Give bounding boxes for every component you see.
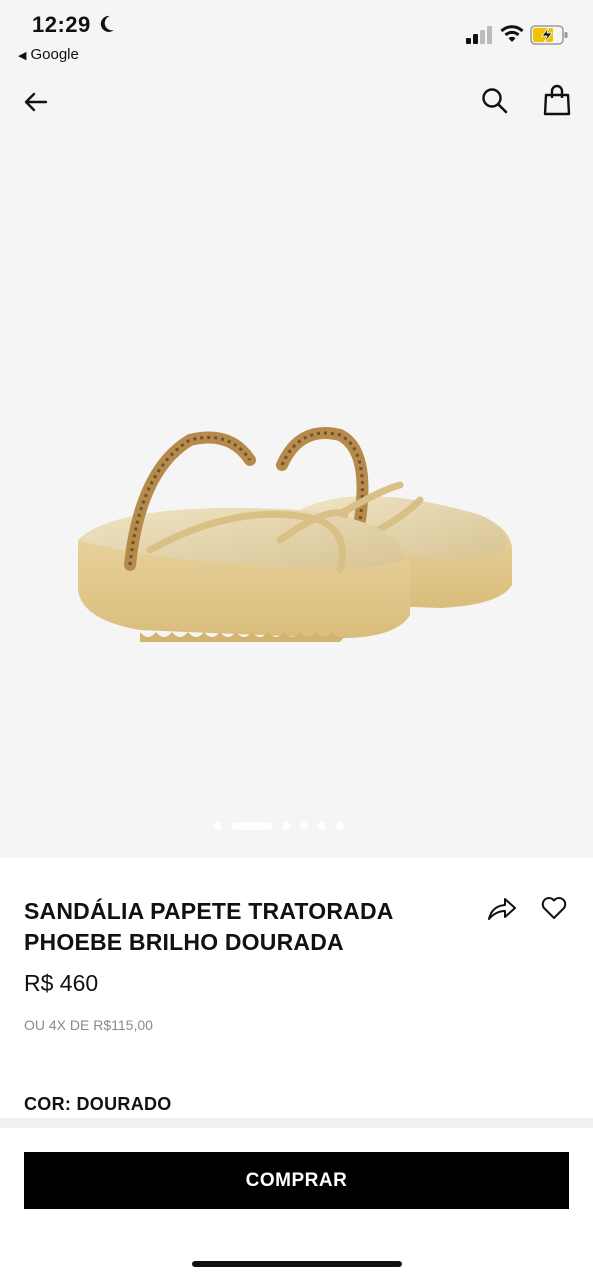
carousel-dot[interactable] bbox=[336, 822, 344, 830]
carousel-dot-active[interactable] bbox=[232, 822, 272, 830]
back-triangle-icon: ◀ bbox=[18, 50, 27, 62]
buy-button[interactable]: COMPRAR bbox=[24, 1152, 569, 1209]
heart-icon[interactable] bbox=[540, 894, 568, 922]
carousel-dot[interactable] bbox=[318, 822, 326, 830]
back-to-app-link[interactable]: ◀ Google bbox=[18, 46, 79, 63]
installments-text: OU 4X DE R$115,00 bbox=[24, 1017, 153, 1033]
carousel-dot[interactable] bbox=[214, 822, 222, 830]
carousel-dot[interactable] bbox=[300, 822, 308, 830]
arrow-left-icon[interactable] bbox=[22, 88, 50, 116]
product-image-sandals bbox=[78, 427, 513, 642]
home-indicator bbox=[192, 1261, 402, 1267]
shopping-bag-icon[interactable] bbox=[542, 84, 572, 116]
cellular-signal-icon bbox=[466, 26, 492, 44]
search-icon[interactable] bbox=[480, 86, 510, 116]
status-bar: 12:29 ◀ Google bbox=[0, 0, 593, 72]
carousel-indicators bbox=[214, 822, 344, 830]
carousel-dot[interactable] bbox=[282, 822, 290, 830]
share-icon[interactable] bbox=[486, 894, 518, 922]
back-app-label: Google bbox=[30, 46, 79, 63]
color-label: COR: DOURADO bbox=[24, 1094, 172, 1114]
product-title: SANDÁLIA PAPETE TRATORADA PHOEBE BRILHO … bbox=[24, 898, 393, 955]
product-price: R$ 460 bbox=[24, 970, 99, 996]
status-time: 12:29 bbox=[32, 12, 91, 37]
wifi-icon bbox=[500, 25, 524, 42]
moon-icon bbox=[100, 15, 114, 32]
battery-charging-icon bbox=[530, 25, 568, 45]
section-divider bbox=[0, 1118, 593, 1128]
